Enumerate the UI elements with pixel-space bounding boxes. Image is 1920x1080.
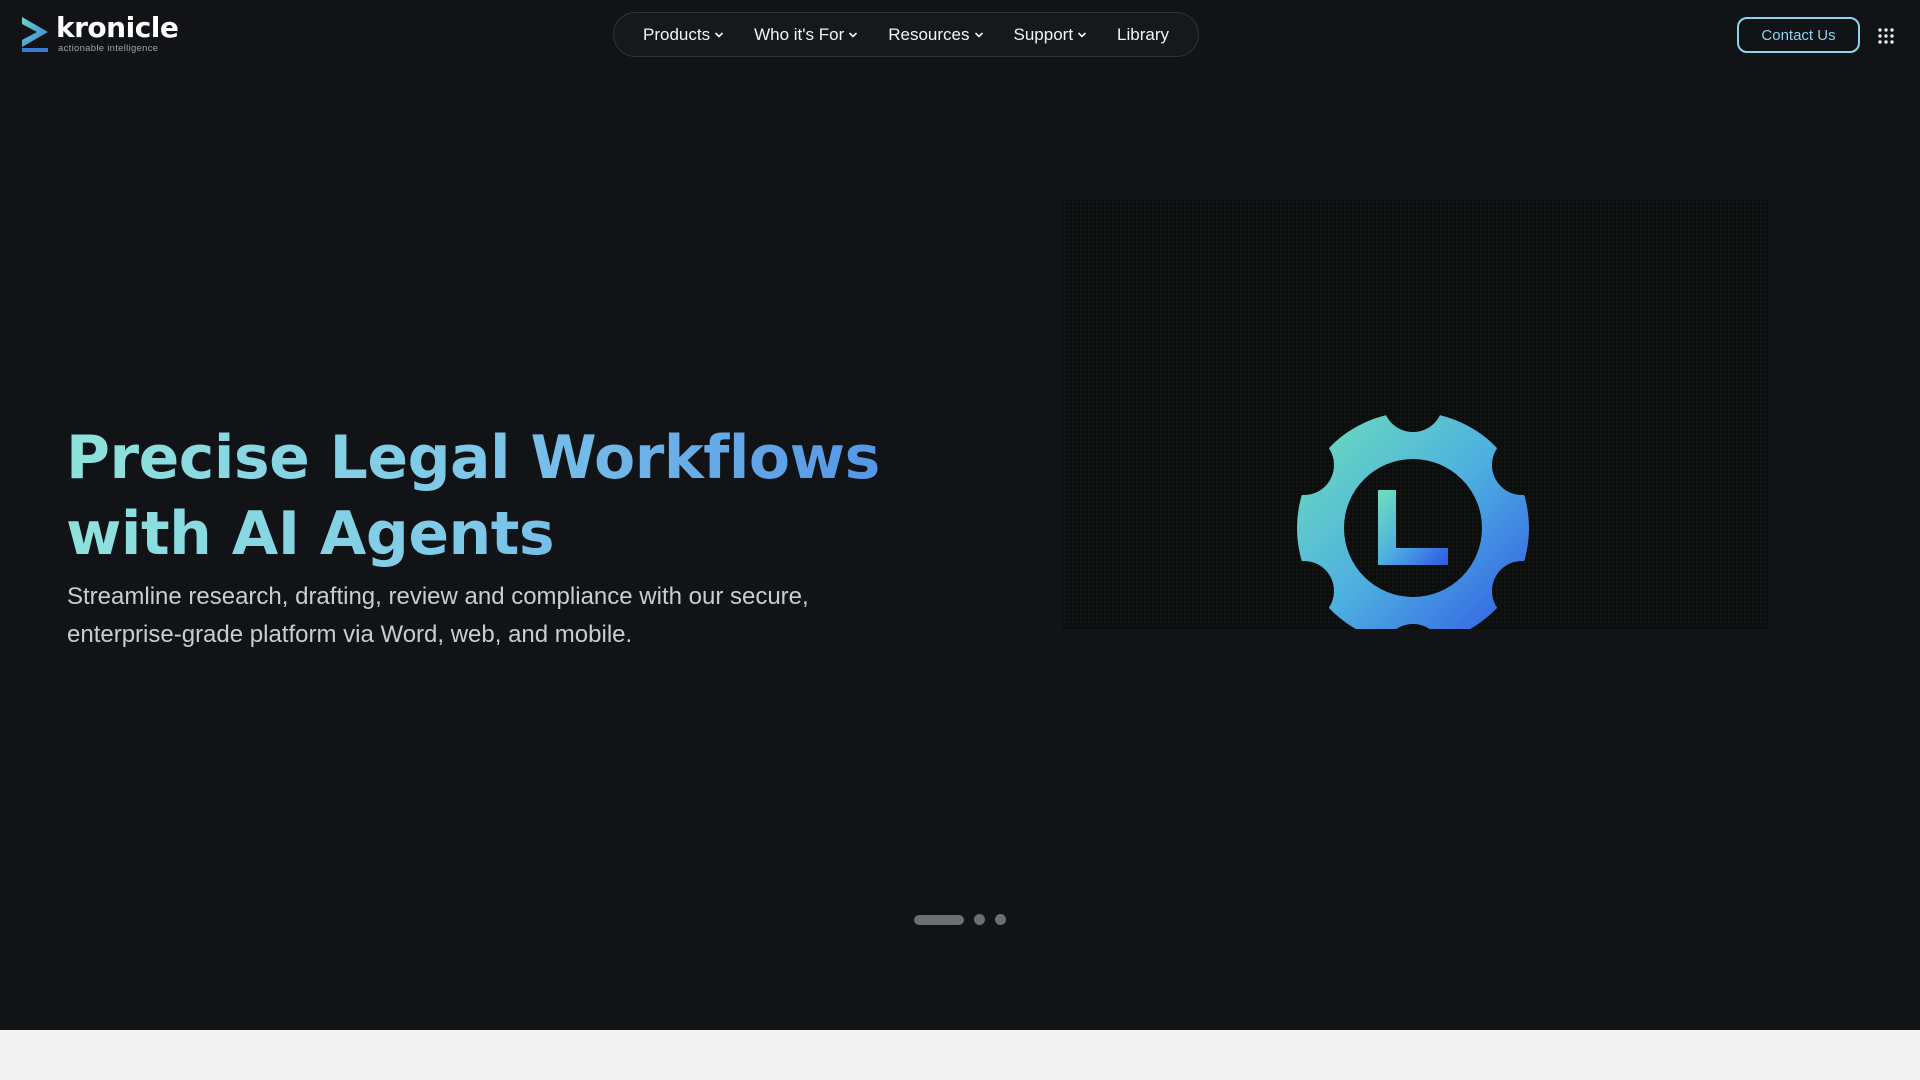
nav-item-label: Library	[1117, 24, 1170, 44]
carousel-dot[interactable]	[974, 914, 985, 925]
hero-subtitle-line-1: Streamline research, drafting, review an…	[67, 583, 809, 610]
nav-item-who-its-for[interactable]: Who it's For	[754, 25, 858, 45]
carousel-indicators	[914, 914, 1006, 925]
carousel-dot-active[interactable]	[914, 914, 964, 925]
nav-item-support[interactable]: Support	[1014, 25, 1088, 45]
chevron-down-icon	[1077, 31, 1087, 38]
hero-headline-line-2: with AI Agents	[66, 499, 555, 569]
logo-text: kronicle actionable intelligence	[56, 11, 179, 54]
nav-item-label: Resources	[888, 24, 970, 44]
nav-item-label: Support	[1013, 24, 1074, 44]
hero-headline-line-1: Precise Legal Workflows	[66, 423, 880, 493]
main-nav: Products Who it's For Resources Support …	[613, 12, 1199, 57]
chevron-down-icon	[974, 31, 983, 38]
grid-menu-icon[interactable]	[1877, 27, 1895, 45]
hero-section: kronicle actionable intelligence Product…	[0, 0, 1920, 1030]
nav-item-label: Products	[642, 24, 711, 44]
contact-us-button[interactable]: Contact Us	[1737, 17, 1860, 53]
brand-tagline: actionable intelligence	[58, 43, 159, 54]
hero-subtitle-line-2: enterprise-grade platform via Word, web,…	[67, 621, 633, 648]
chevron-down-icon	[849, 31, 858, 38]
logo[interactable]: kronicle actionable intelligence	[20, 11, 179, 54]
nav-item-resources[interactable]: Resources	[888, 25, 983, 45]
hero-visual	[1063, 200, 1768, 629]
logo-mark-icon	[22, 16, 48, 52]
next-section	[0, 1030, 1920, 1080]
page: kronicle actionable intelligence Product…	[0, 0, 1920, 1080]
nav-item-library[interactable]: Library	[1117, 25, 1169, 45]
hero-subtitle: Streamline research, drafting, review an…	[67, 578, 897, 654]
nav-item-label: Who it's For	[754, 24, 845, 44]
nav-item-products[interactable]: Products	[643, 25, 724, 45]
chevron-down-icon	[715, 31, 724, 38]
gear-l-logo-icon	[1297, 412, 1529, 629]
carousel-dot[interactable]	[995, 914, 1006, 925]
hero-headline: Precise Legal Workflows with AI Agents	[66, 420, 966, 572]
brand-name: kronicle	[56, 11, 179, 44]
